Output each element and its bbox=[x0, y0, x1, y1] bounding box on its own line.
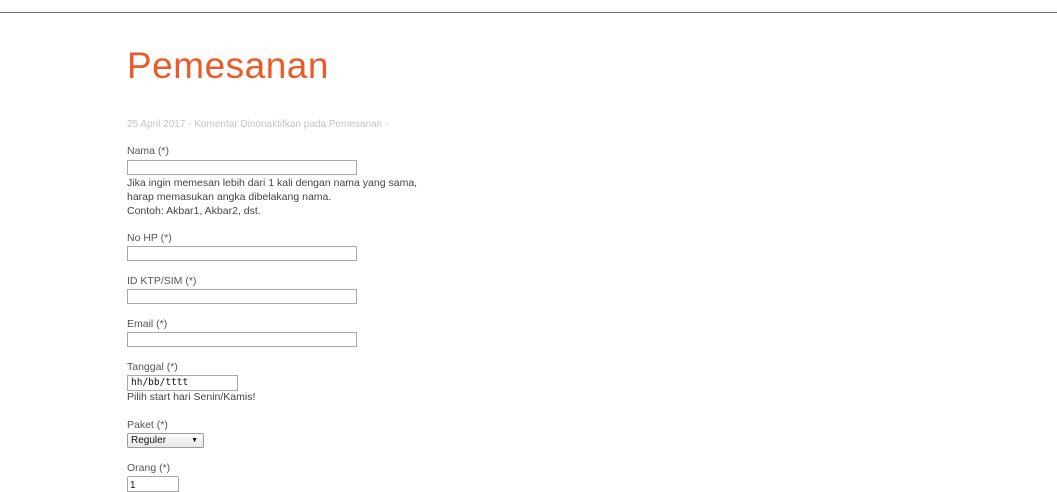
no-hp-label: No HP (*) bbox=[127, 232, 172, 244]
page-title: Pemesanan bbox=[127, 45, 329, 86]
nama-hint-line-3: Contoh: Akbar1, Akbar2, dst. bbox=[127, 205, 261, 217]
post-meta: 25 April 2017 - Komentar Dinonaktifkan p… bbox=[127, 119, 389, 130]
nama-label: Nama (*) bbox=[127, 145, 170, 157]
tanggal-date-input[interactable]: hh/bb/tttt bbox=[127, 375, 238, 391]
nama-hint-line-2: harap memasukan angka dibelakang nama. bbox=[127, 191, 332, 203]
tanggal-hint: Pilih start hari Senin/Kamis! bbox=[127, 391, 256, 403]
email-field[interactable] bbox=[127, 332, 357, 347]
orang-label: Orang (*) bbox=[127, 462, 171, 474]
nama-hint-line-1: Jika ingin memesan lebih dari 1 kali den… bbox=[127, 177, 418, 189]
email-label: Email (*) bbox=[127, 318, 168, 330]
tanggal-label: Tanggal (*) bbox=[127, 361, 178, 373]
paket-select[interactable]: Reguler ▼ bbox=[127, 433, 204, 448]
chevron-down-icon: ▼ bbox=[191, 437, 198, 444]
nama-field[interactable] bbox=[127, 160, 357, 175]
paket-label: Paket (*) bbox=[127, 419, 168, 431]
top-divider bbox=[0, 12, 1057, 13]
orang-number-input[interactable]: 1 bbox=[127, 476, 179, 492]
id-ktp-label: ID KTP/SIM (*) bbox=[127, 275, 197, 287]
paket-selected-value: Reguler bbox=[131, 435, 167, 446]
no-hp-field[interactable] bbox=[127, 246, 357, 261]
id-ktp-field[interactable] bbox=[127, 289, 357, 304]
